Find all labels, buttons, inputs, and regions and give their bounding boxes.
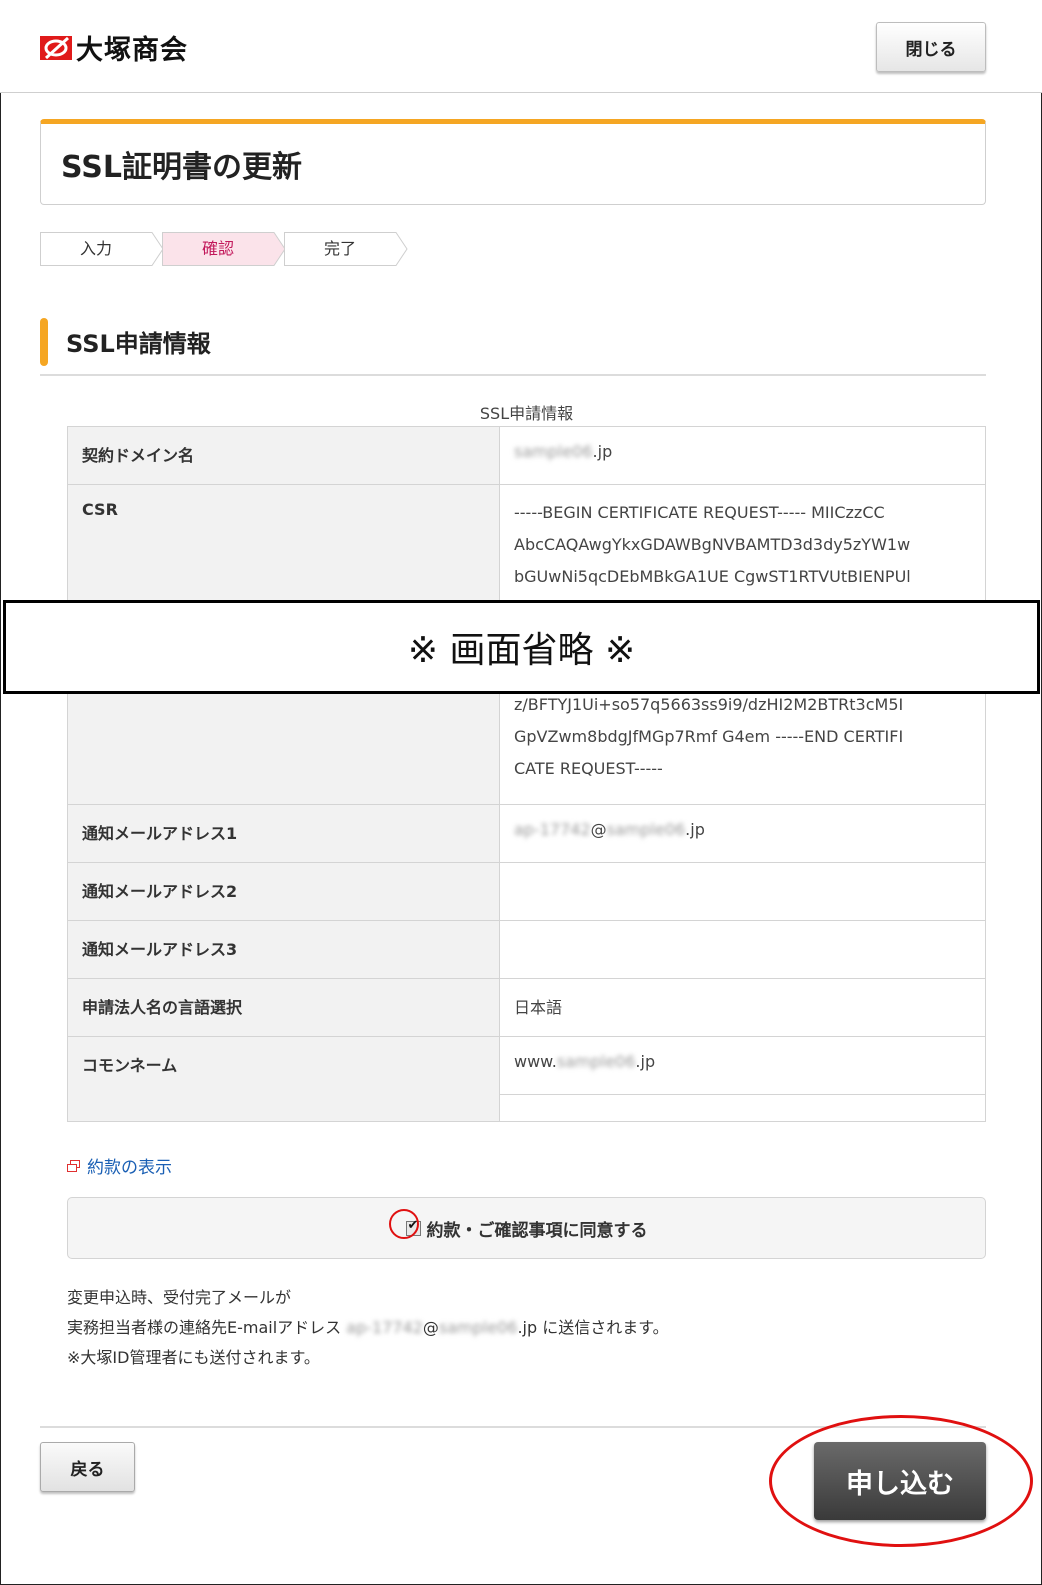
lang-value: 日本語	[499, 978, 986, 1037]
mail2-value	[499, 862, 986, 921]
step-confirm: 確認	[162, 232, 286, 266]
table-row: 通知メールアドレス2	[67, 862, 986, 921]
csr-line: GpVZwm8bdgJfMGp7Rmf G4em -----END CERTIF…	[514, 727, 904, 746]
blurred-text: sample06	[556, 1052, 636, 1071]
table-row: 通知メールアドレス3	[67, 920, 986, 979]
csr-line: CATE REQUEST-----	[514, 759, 663, 778]
row-label: 通知メールアドレス1	[67, 804, 500, 863]
blurred-text: sample06	[606, 820, 686, 839]
row-label: コモンネーム	[67, 1036, 500, 1122]
ssl-info-table: 契約ドメイン名 sample06.jp CSR -----BEGIN CERTI…	[67, 426, 986, 1122]
step-complete: 完了	[284, 232, 408, 266]
section-title: SSL申請情報	[66, 330, 211, 358]
at-sign: @	[422, 1318, 439, 1337]
notice-line: ※大塚ID管理者にも送付されます。	[67, 1348, 320, 1367]
section-header: SSL申請情報	[40, 318, 986, 376]
omitted-screen-banner: ※ 画面省略 ※	[3, 600, 1040, 694]
page-title-box: SSL証明書の更新	[40, 119, 986, 205]
step-label: 完了	[323, 239, 356, 258]
step-label: 入力	[79, 239, 112, 258]
row-label: 申請法人名の言語選択	[67, 978, 500, 1037]
mail-suffix: .jp	[685, 820, 705, 839]
agree-label[interactable]: 約款・ご確認事項に同意する	[427, 1216, 648, 1241]
domain-suffix: .jp	[592, 442, 613, 461]
notice-line: 変更申込時、受付完了メールが	[67, 1288, 292, 1307]
csr-line: bGUwNi5qcDEbMBkGA1UE CgwST1RTVUtBIENPUl	[514, 567, 911, 586]
otsuka-logo-icon	[40, 35, 72, 60]
back-button[interactable]: 戻る	[40, 1442, 135, 1492]
blurred-text: sample06	[438, 1318, 518, 1337]
csr-line: -----BEGIN CERTIFICATE REQUEST----- MIIC…	[514, 503, 885, 522]
header: 大塚商会 閉じる	[0, 0, 1042, 93]
table-row: 申請法人名の言語選択 日本語	[67, 978, 986, 1037]
annotation-circle-checkbox	[389, 1209, 419, 1239]
terms-link[interactable]: 約款の表示	[67, 1153, 172, 1178]
at-sign: @	[590, 820, 607, 839]
csr-line: AbcCAQAwgYkxGDAWBgNVBAMTD3d3dy5zYW1w	[514, 535, 911, 554]
terms-link-label: 約款の表示	[87, 1158, 172, 1178]
mail1-value: ap-17742@sample06.jp	[499, 804, 986, 863]
domain-value: sample06.jp	[499, 426, 986, 485]
page-title: SSL証明書の更新	[61, 150, 302, 185]
section-accent-bar	[40, 318, 48, 366]
row-label: 通知メールアドレス3	[67, 920, 500, 979]
external-window-icon	[67, 1159, 80, 1172]
logo-text: 大塚商会	[76, 35, 188, 66]
mail3-value	[499, 920, 986, 979]
table-row: 通知メールアドレス1 ap-17742@sample06.jp	[67, 804, 986, 863]
blurred-text: ap-17742	[346, 1318, 423, 1337]
cn-prefix: www.	[514, 1052, 557, 1071]
blurred-text: ap-17742	[514, 820, 591, 839]
cn-suffix: .jp	[635, 1052, 656, 1071]
close-button[interactable]: 閉じる	[876, 22, 986, 72]
notice-suffix: .jp に送信されます。	[517, 1318, 669, 1337]
table-row: 契約ドメイン名 sample06.jp	[67, 426, 986, 485]
logo: 大塚商会	[40, 28, 188, 67]
common-name-value: www.sample06.jp	[499, 1036, 986, 1095]
row-label: 通知メールアドレス2	[67, 862, 500, 921]
empty-cell	[499, 1094, 986, 1122]
row-label: 契約ドメイン名	[67, 426, 500, 485]
notice-prefix: 実務担当者様の連絡先E-mailアドレス	[67, 1318, 347, 1337]
notice-line: 実務担当者様の連絡先E-mailアドレス ap-17742@sample06.j…	[67, 1313, 669, 1343]
table-caption: SSL申請情報	[479, 404, 574, 423]
agreement-box: 約款・ご確認事項に同意する	[67, 1197, 986, 1259]
notice-text: 変更申込時、受付完了メールが 実務担当者様の連絡先E-mailアドレス ap-1…	[67, 1283, 669, 1373]
table-row: コモンネーム www.sample06.jp	[67, 1036, 986, 1122]
annotation-circle-submit	[769, 1415, 1033, 1547]
step-label: 確認	[201, 239, 234, 258]
blurred-text: sample06	[514, 442, 593, 461]
step-input: 入力	[40, 232, 164, 266]
